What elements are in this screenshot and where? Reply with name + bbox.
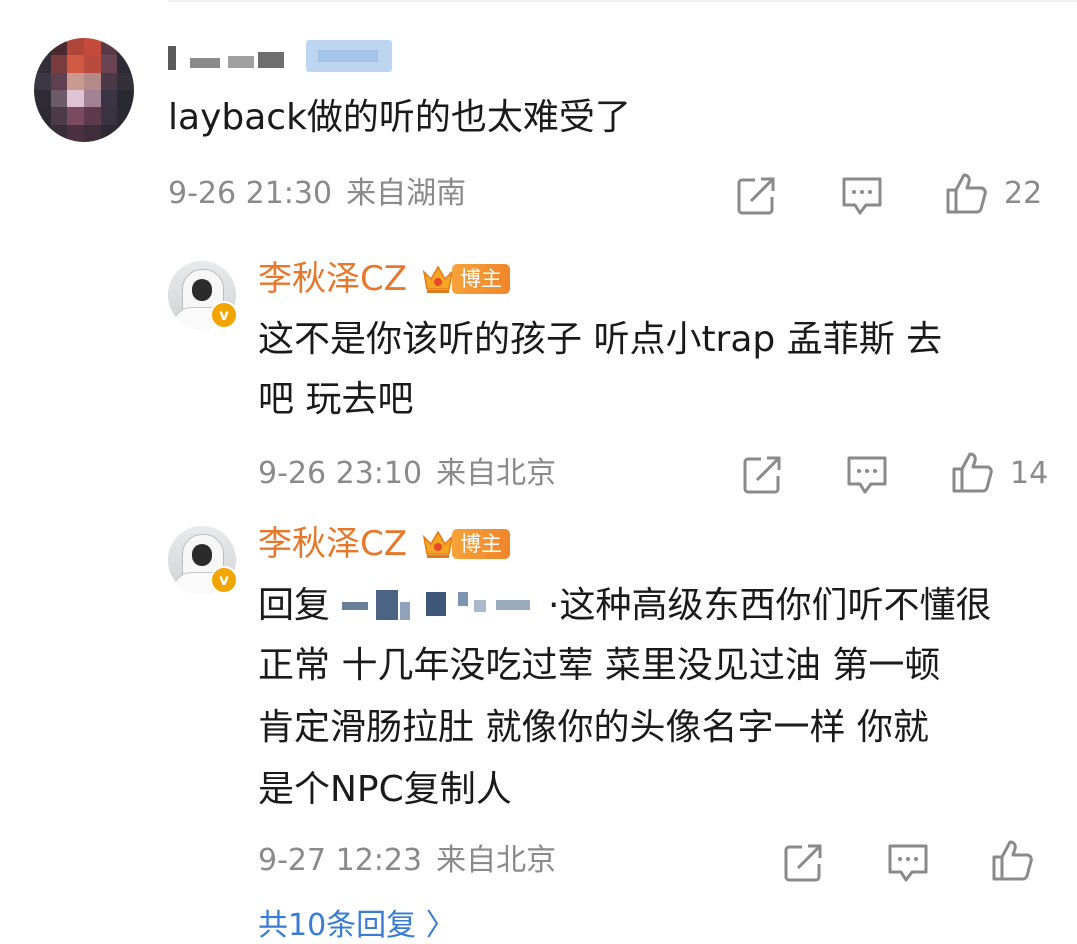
reply-time: 9-26 23:10 [258, 456, 423, 491]
comment-icon[interactable] [886, 840, 930, 884]
reply-text-line: ·这种高级东西你们听不懂很 [548, 585, 992, 626]
crown-icon [421, 527, 455, 561]
reply-text-line: 肯定滑肠拉肚 就像你的头像名字一样 你就 [258, 707, 929, 748]
commenter-avatar[interactable] [34, 38, 134, 142]
commenter-name-blurred[interactable] [166, 40, 396, 74]
verified-icon: v [210, 301, 238, 329]
comment-icon[interactable] [845, 452, 889, 496]
share-icon[interactable] [782, 840, 826, 884]
reply-text-line: 吧 玩去吧 [258, 379, 414, 420]
reply-location: 来自北京 [436, 843, 557, 878]
like-count: 22 [1004, 176, 1043, 211]
comment-meta: 9-26 21:30 来自湖南 [168, 176, 466, 212]
reply-meta: 9-27 12:23 来自北京 [258, 843, 556, 879]
comment-icon[interactable] [840, 173, 884, 217]
more-replies-link[interactable]: 共10条回复 〉 [258, 908, 456, 944]
blogger-badge: 博主 [452, 529, 510, 559]
mention-blurred[interactable] [338, 586, 548, 626]
reply-author[interactable]: 李秋泽CZ [258, 524, 407, 564]
reply-location: 来自北京 [436, 456, 557, 491]
comment-text: layback做的听的也太难受了 [168, 97, 631, 138]
reply-prefix: 回复 [258, 585, 331, 626]
share-icon[interactable] [741, 452, 785, 496]
comment-time: 9-26 21:30 [168, 176, 333, 211]
reply-text-line: 是个NPC复制人 [258, 769, 512, 810]
like-count: 14 [1010, 456, 1049, 491]
like-icon[interactable] [944, 171, 988, 215]
reply-text-line: 正常 十几年没吃过荤 菜里没见过油 第一顿 [258, 645, 941, 686]
top-divider [168, 0, 1077, 2]
crown-icon [421, 262, 455, 296]
comment-location: 来自湖南 [346, 176, 467, 211]
like-icon[interactable] [950, 450, 994, 494]
reply-time: 9-27 12:23 [258, 843, 423, 878]
reply-text-line: 这不是你该听的孩子 听点小trap 孟菲斯 去 [258, 319, 943, 360]
reply-meta: 9-26 23:10 来自北京 [258, 456, 556, 492]
verified-icon: v [210, 566, 238, 594]
reply-author[interactable]: 李秋泽CZ [258, 259, 407, 299]
like-icon[interactable] [990, 838, 1034, 882]
share-icon[interactable] [735, 173, 779, 217]
blogger-badge: 博主 [452, 264, 510, 294]
